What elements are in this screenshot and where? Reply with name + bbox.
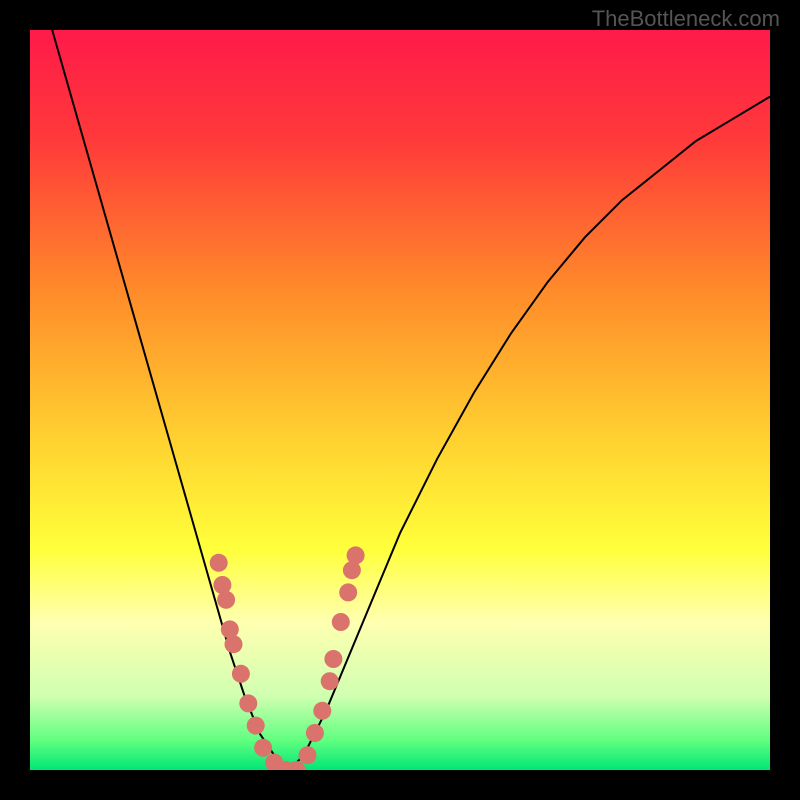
scatter-point [232,665,250,683]
scatter-point [254,739,272,757]
chart-background [30,30,770,770]
chart-svg [30,30,770,770]
scatter-point [217,591,235,609]
scatter-point [347,546,365,564]
scatter-point [306,724,324,742]
scatter-point [239,694,257,712]
scatter-point [210,554,228,572]
scatter-point [332,613,350,631]
scatter-point [321,672,339,690]
watermark-text: TheBottleneck.com [592,6,780,32]
scatter-point [339,583,357,601]
chart-plot-area [30,30,770,770]
scatter-point [225,635,243,653]
scatter-point [299,746,317,764]
scatter-point [324,650,342,668]
scatter-point [247,717,265,735]
scatter-point [313,702,331,720]
